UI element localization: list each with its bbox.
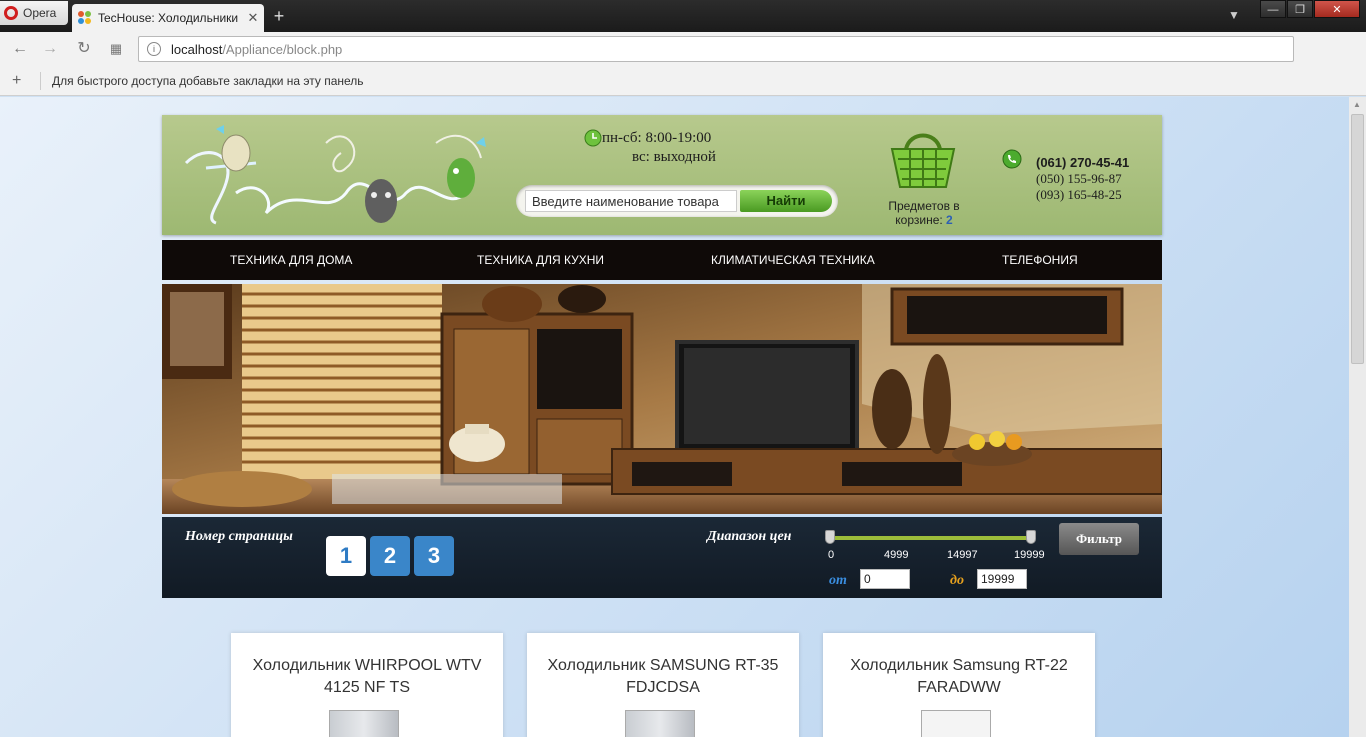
add-bookmark-icon[interactable]: + xyxy=(12,72,21,90)
product-title[interactable]: Холодильник SAMSUNG RT-35 FDJCDSA xyxy=(541,655,785,699)
tab-close-icon[interactable]: ✕ xyxy=(246,10,260,26)
shopping-basket-icon[interactable] xyxy=(888,127,958,189)
scroll-thumb[interactable] xyxy=(1351,114,1364,364)
new-tab-button[interactable]: + xyxy=(270,7,288,25)
page-button-1[interactable]: 1 xyxy=(326,536,366,576)
product-image[interactable] xyxy=(921,710,991,737)
bookmarks-hint: Для быстрого доступа добавьте закладки н… xyxy=(52,74,364,88)
phone-icon xyxy=(1002,149,1022,169)
phone-secondary: (050) 155-96-87 xyxy=(1036,171,1122,186)
forward-arrow-icon[interactable]: → xyxy=(40,39,60,59)
price-from-input[interactable] xyxy=(860,569,910,589)
scroll-up-arrow-icon[interactable]: ▲ xyxy=(1353,100,1361,109)
opera-menu-button[interactable]: Opera xyxy=(0,1,68,25)
price-to-label: до xyxy=(950,573,964,588)
filter-button[interactable]: Фильтр xyxy=(1059,523,1139,555)
address-bar[interactable]: i localhost/Appliance/block.php xyxy=(138,36,1294,62)
phone-tertiary: (093) 165-48-25 xyxy=(1036,187,1122,202)
browser-toolbar: ← → ↻ ▦ i localhost/Appliance/block.php … xyxy=(0,32,1366,90)
site-info-icon[interactable]: i xyxy=(147,42,161,56)
close-window-button[interactable]: ✕ xyxy=(1314,0,1360,18)
price-from-label: от xyxy=(829,573,847,588)
search-button[interactable]: Найти xyxy=(740,190,832,212)
cart-count: 2 xyxy=(946,213,953,227)
nav-home-appliances[interactable]: ТЕХНИКА ДЛЯ ДОМА xyxy=(230,240,352,280)
price-tick: 19999 xyxy=(1014,549,1045,561)
browser-titlebar: Opera TecHouse: Холодильники ✕ + ▼ — ❐ ✕ xyxy=(0,0,1366,32)
price-slider-max-handle[interactable] xyxy=(1026,530,1036,544)
url-host: localhost xyxy=(171,41,223,57)
price-tick: 4999 xyxy=(884,549,909,561)
minimize-button[interactable]: — xyxy=(1260,0,1286,18)
price-slider-track[interactable] xyxy=(829,536,1033,540)
main-navigation: ТЕХНИКА ДЛЯ ДОМА ТЕХНИКА ДЛЯ КУХНИ КЛИМА… xyxy=(162,240,1162,280)
page-scrollbar[interactable]: ▲ xyxy=(1349,97,1366,737)
nav-climate-equipment[interactable]: КЛИМАТИЧЕСКАЯ ТЕХНИКА xyxy=(711,240,875,280)
opera-menu-label: Opera xyxy=(23,6,57,20)
price-tick: 14997 xyxy=(947,549,978,561)
tab-title: TecHouse: Холодильники xyxy=(98,11,239,25)
working-hours: пн-сб: 8:00-19:00 вс: выходной xyxy=(584,129,716,167)
bookmarks-divider xyxy=(40,72,41,90)
opera-logo-icon xyxy=(4,6,18,20)
product-image[interactable] xyxy=(329,710,399,737)
price-tick: 0 xyxy=(828,549,835,561)
page-button-3[interactable]: 3 xyxy=(414,536,454,576)
speed-dial-icon[interactable]: ▦ xyxy=(106,39,126,59)
page-viewport: пн-сб: 8:00-19:00 вс: выходной Найти Пре… xyxy=(0,97,1349,737)
url-path: /Appliance/block.php xyxy=(222,41,343,57)
hours-weekdays: пн-сб: 8:00-19:00 xyxy=(602,130,712,146)
site-header: пн-сб: 8:00-19:00 вс: выходной Найти Пре… xyxy=(162,115,1162,235)
back-arrow-icon[interactable]: ← xyxy=(10,39,30,59)
bookmarks-bar: + Для быстрого доступа добавьте закладки… xyxy=(0,66,1366,96)
cart-summary[interactable]: Предметов в корзине: 2 xyxy=(868,199,980,227)
product-card[interactable]: Холодильник WHIRPOOL WTV 4125 NF TS xyxy=(231,633,503,737)
search-form: Найти xyxy=(516,185,838,217)
filter-bar: Номер страницы 1 2 3 Диапазон цен 0 4999… xyxy=(162,517,1162,598)
nav-kitchen-appliances[interactable]: ТЕХНИКА ДЛЯ КУХНИ xyxy=(477,240,604,280)
maximize-button[interactable]: ❐ xyxy=(1287,0,1313,18)
price-slider-min-handle[interactable] xyxy=(825,530,835,544)
browser-tab[interactable]: TecHouse: Холодильники ✕ xyxy=(72,4,264,32)
reload-icon[interactable]: ↻ xyxy=(74,39,94,59)
phone-main: (061) 270-45-41 xyxy=(1036,155,1130,170)
product-card[interactable]: Холодильник Samsung RT-22 FARADWW xyxy=(823,633,1095,737)
techouse-favicon-icon xyxy=(78,11,92,25)
hours-sunday: вс: выходной xyxy=(632,149,716,165)
nav-telephony[interactable]: ТЕЛЕФОНИЯ xyxy=(1002,240,1078,280)
clock-icon xyxy=(584,129,602,147)
price-to-input[interactable] xyxy=(977,569,1027,589)
product-image[interactable] xyxy=(625,710,695,737)
product-card[interactable]: Холодильник SAMSUNG RT-35 FDJCDSA xyxy=(527,633,799,737)
phone-numbers: (061) 270-45-41 (050) 155-96-87 (093) 16… xyxy=(1036,155,1129,203)
page-button-2[interactable]: 2 xyxy=(370,536,410,576)
product-title[interactable]: Холодильник Samsung RT-22 FARADWW xyxy=(837,655,1081,699)
search-input[interactable] xyxy=(525,190,737,212)
banner-image xyxy=(162,284,1162,514)
tab-menu-icon[interactable]: ▼ xyxy=(1228,8,1240,22)
techouse-logo[interactable] xyxy=(176,123,506,231)
page-number-label: Номер страницы xyxy=(185,529,293,544)
product-title[interactable]: Холодильник WHIRPOOL WTV 4125 NF TS xyxy=(245,655,489,699)
price-range-label: Диапазон цен xyxy=(707,529,792,544)
